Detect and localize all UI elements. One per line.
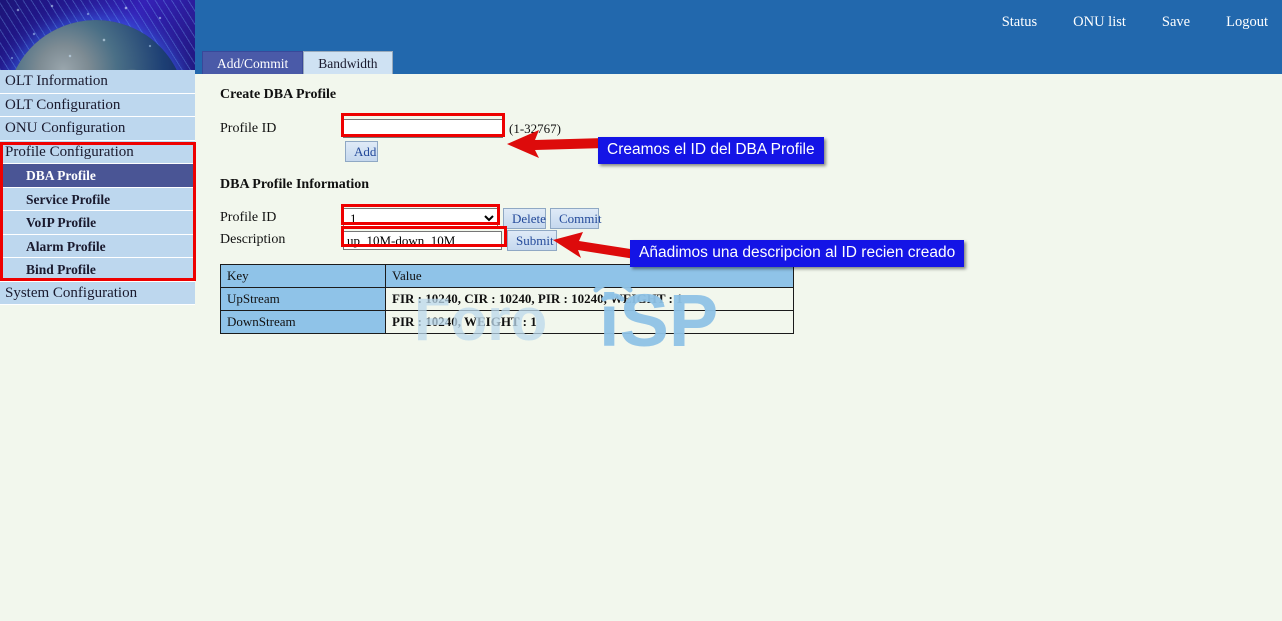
tab-strip: Add/Commit Bandwidth xyxy=(195,44,1282,74)
add-button[interactable]: Add xyxy=(345,141,378,162)
sidebar-item-bind-profile[interactable]: Bind Profile xyxy=(0,258,195,282)
app-window: Status ONU list Save Logout OLT Informat… xyxy=(0,0,1282,621)
main-content: Add/Commit Bandwidth Create DBA Profile … xyxy=(195,44,1282,621)
top-navigation: Status ONU list Save Logout xyxy=(1002,0,1268,44)
table-cell-value-downstream: PIR : 10240, WEIGHT : 1 xyxy=(386,311,794,334)
table-header-value: Value xyxy=(386,265,794,288)
banner-light-dots xyxy=(0,0,195,70)
info-section-title: DBA Profile Information xyxy=(220,177,369,193)
table-row: UpStream FIR : 10240, CIR : 10240, PIR :… xyxy=(221,288,794,311)
top-header-bar: Status ONU list Save Logout xyxy=(195,0,1282,44)
table-row: DownStream PIR : 10240, WEIGHT : 1 xyxy=(221,311,794,334)
sidebar-item-system-configuration[interactable]: System Configuration xyxy=(0,282,195,306)
annotation-callout-1: Creamos el ID del DBA Profile xyxy=(598,137,824,164)
sidebar-item-profile-configuration[interactable]: Profile Configuration xyxy=(0,141,195,165)
submit-button[interactable]: Submit xyxy=(507,230,557,251)
profile-id-select[interactable]: 1 xyxy=(343,208,498,229)
dba-profile-table: Key Value UpStream FIR : 10240, CIR : 10… xyxy=(220,264,794,334)
sidebar-item-olt-information[interactable]: OLT Information xyxy=(0,70,195,94)
sidebar-item-dba-profile[interactable]: DBA Profile xyxy=(0,164,195,188)
tab-bandwidth[interactable]: Bandwidth xyxy=(303,51,392,74)
description-label: Description xyxy=(220,232,285,248)
create-profile-id-label: Profile ID xyxy=(220,121,276,137)
nav-save[interactable]: Save xyxy=(1162,14,1190,31)
create-profile-id-input[interactable] xyxy=(343,119,503,138)
annotation-arrow-2 xyxy=(551,231,641,261)
sidebar-item-alarm-profile[interactable]: Alarm Profile xyxy=(0,235,195,259)
table-cell-key-downstream: DownStream xyxy=(221,311,386,334)
sidebar-navigation: OLT Information OLT Configuration ONU Co… xyxy=(0,70,195,305)
table-cell-value-upstream: FIR : 10240, CIR : 10240, PIR : 10240, W… xyxy=(386,288,794,311)
brand-banner-image xyxy=(0,0,195,70)
sidebar-item-voip-profile[interactable]: VoIP Profile xyxy=(0,211,195,235)
commit-button[interactable]: Commit xyxy=(550,208,599,229)
tab-add-commit[interactable]: Add/Commit xyxy=(202,51,303,74)
info-profile-id-label: Profile ID xyxy=(220,210,276,226)
table-header-key: Key xyxy=(221,265,386,288)
sidebar-item-service-profile[interactable]: Service Profile xyxy=(0,188,195,212)
table-header-row: Key Value xyxy=(221,265,794,288)
nav-onu-list[interactable]: ONU list xyxy=(1073,14,1126,31)
nav-status[interactable]: Status xyxy=(1002,14,1037,31)
create-section-title: Create DBA Profile xyxy=(220,87,336,103)
sidebar-item-onu-configuration[interactable]: ONU Configuration xyxy=(0,117,195,141)
nav-logout[interactable]: Logout xyxy=(1226,14,1268,31)
delete-button[interactable]: Delete xyxy=(503,208,546,229)
table-cell-key-upstream: UpStream xyxy=(221,288,386,311)
annotation-callout-2: Añadimos una descripcion al ID recien cr… xyxy=(630,240,964,267)
description-input[interactable] xyxy=(343,231,502,250)
sidebar-item-olt-configuration[interactable]: OLT Configuration xyxy=(0,94,195,118)
